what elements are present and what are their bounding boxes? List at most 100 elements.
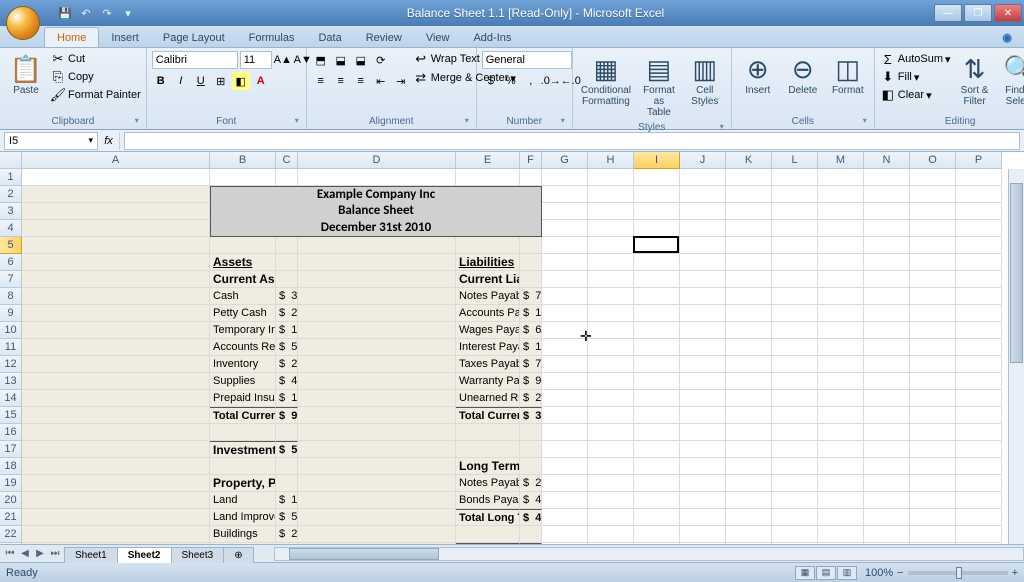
cell-D9[interactable] [298, 305, 456, 322]
cell-N11[interactable] [864, 339, 910, 356]
cell-K1[interactable] [726, 169, 772, 186]
underline-button[interactable]: U [192, 72, 210, 90]
cell-O6[interactable] [910, 254, 956, 271]
cell-F22[interactable] [520, 526, 542, 543]
cell-O21[interactable] [910, 509, 956, 526]
cell-H23[interactable] [588, 543, 634, 544]
cell-I9[interactable] [634, 305, 680, 322]
cell-E18[interactable]: Long Term Liabilties [456, 458, 520, 475]
cell-L5[interactable] [772, 237, 818, 254]
cell-H4[interactable] [588, 220, 634, 237]
cell-K10[interactable] [726, 322, 772, 339]
cell-N13[interactable] [864, 373, 910, 390]
office-button[interactable] [0, 0, 38, 26]
cell-J9[interactable] [680, 305, 726, 322]
cell-H5[interactable] [588, 237, 634, 254]
cell-B2[interactable]: Example Company Inc [210, 186, 542, 203]
cell-L3[interactable] [772, 203, 818, 220]
cell-M15[interactable] [818, 407, 864, 424]
cell-O12[interactable] [910, 356, 956, 373]
zoom-slider[interactable] [908, 571, 1008, 575]
cell-P6[interactable] [956, 254, 1002, 271]
cell-N2[interactable] [864, 186, 910, 203]
cell-F10[interactable]: $ 6,500 [520, 322, 542, 339]
cell-J12[interactable] [680, 356, 726, 373]
cell-A10[interactable] [22, 322, 210, 339]
cell-N23[interactable] [864, 543, 910, 544]
cell-K3[interactable] [726, 203, 772, 220]
cell-E9[interactable]: Accounts Payable [456, 305, 520, 322]
cell-J4[interactable] [680, 220, 726, 237]
row-header-6[interactable]: 6 [0, 254, 22, 271]
cell-B9[interactable]: Petty Cash [210, 305, 276, 322]
cell-C10[interactable]: $ 12,000 [276, 322, 298, 339]
column-header-P[interactable]: P [956, 152, 1002, 169]
cell-L2[interactable] [772, 186, 818, 203]
cell-G18[interactable] [542, 458, 588, 475]
decrease-indent-icon[interactable]: ⇤ [372, 72, 390, 90]
cell-E7[interactable]: Current Liabilities [456, 271, 520, 288]
name-box[interactable]: I5▾ [4, 132, 98, 150]
cell-J14[interactable] [680, 390, 726, 407]
cell-H21[interactable] [588, 509, 634, 526]
cell-D13[interactable] [298, 373, 456, 390]
sheet-tab-3[interactable]: Sheet3 [171, 547, 225, 563]
cell-I21[interactable] [634, 509, 680, 526]
cell-E20[interactable]: Bonds Payable [456, 492, 520, 509]
cell-F16[interactable] [520, 424, 542, 441]
sheet-tab-new[interactable]: ⊕ [223, 547, 253, 563]
cell-C19[interactable] [276, 475, 298, 492]
cell-A19[interactable] [22, 475, 210, 492]
cell-H13[interactable] [588, 373, 634, 390]
cell-M5[interactable] [818, 237, 864, 254]
cell-I10[interactable] [634, 322, 680, 339]
cell-F17[interactable] [520, 441, 542, 458]
cell-G6[interactable] [542, 254, 588, 271]
cell-J20[interactable] [680, 492, 726, 509]
cell-M1[interactable] [818, 169, 864, 186]
cell-I18[interactable] [634, 458, 680, 475]
orientation-icon[interactable]: ⟳ [372, 51, 390, 69]
cell-N5[interactable] [864, 237, 910, 254]
tab-addins[interactable]: Add-Ins [461, 28, 523, 47]
cell-P5[interactable] [956, 237, 1002, 254]
conditional-formatting-button[interactable]: ▦Conditional Formatting [578, 51, 634, 109]
cell-P9[interactable] [956, 305, 1002, 322]
cell-M9[interactable] [818, 305, 864, 322]
cell-K14[interactable] [726, 390, 772, 407]
cell-M13[interactable] [818, 373, 864, 390]
cell-C17[interactable]: $ 54,000 [276, 441, 298, 458]
cell-B11[interactable]: Accounts Receivable [210, 339, 276, 356]
sheet-tab-2[interactable]: Sheet2 [117, 547, 172, 563]
autosum-button[interactable]: ΣAutoSum▾ [880, 51, 951, 67]
cell-I1[interactable] [634, 169, 680, 186]
cell-N18[interactable] [864, 458, 910, 475]
cell-L22[interactable] [772, 526, 818, 543]
formula-input[interactable] [124, 132, 1020, 150]
cell-D14[interactable] [298, 390, 456, 407]
cell-I16[interactable] [634, 424, 680, 441]
cell-G21[interactable] [542, 509, 588, 526]
cell-A17[interactable] [22, 441, 210, 458]
cell-P10[interactable] [956, 322, 1002, 339]
cell-styles-button[interactable]: ▥Cell Styles [684, 51, 726, 109]
column-header-G[interactable]: G [542, 152, 588, 169]
cell-D1[interactable] [298, 169, 456, 186]
column-header-H[interactable]: H [588, 152, 634, 169]
column-header-L[interactable]: L [772, 152, 818, 169]
view-page-layout-icon[interactable]: ▤ [816, 566, 836, 580]
cell-F11[interactable]: $ 1,500 [520, 339, 542, 356]
cell-O17[interactable] [910, 441, 956, 458]
currency-icon[interactable]: $ [482, 72, 500, 90]
select-all-corner[interactable] [0, 152, 22, 169]
cell-J21[interactable] [680, 509, 726, 526]
row-header-21[interactable]: 21 [0, 509, 22, 526]
cell-K2[interactable] [726, 186, 772, 203]
cell-D11[interactable] [298, 339, 456, 356]
cell-B17[interactable]: Investments [210, 441, 276, 458]
cell-I5[interactable] [634, 237, 680, 254]
cell-P21[interactable] [956, 509, 1002, 526]
cell-I4[interactable] [634, 220, 680, 237]
cell-K6[interactable] [726, 254, 772, 271]
cell-E6[interactable]: Liabilities [456, 254, 520, 271]
